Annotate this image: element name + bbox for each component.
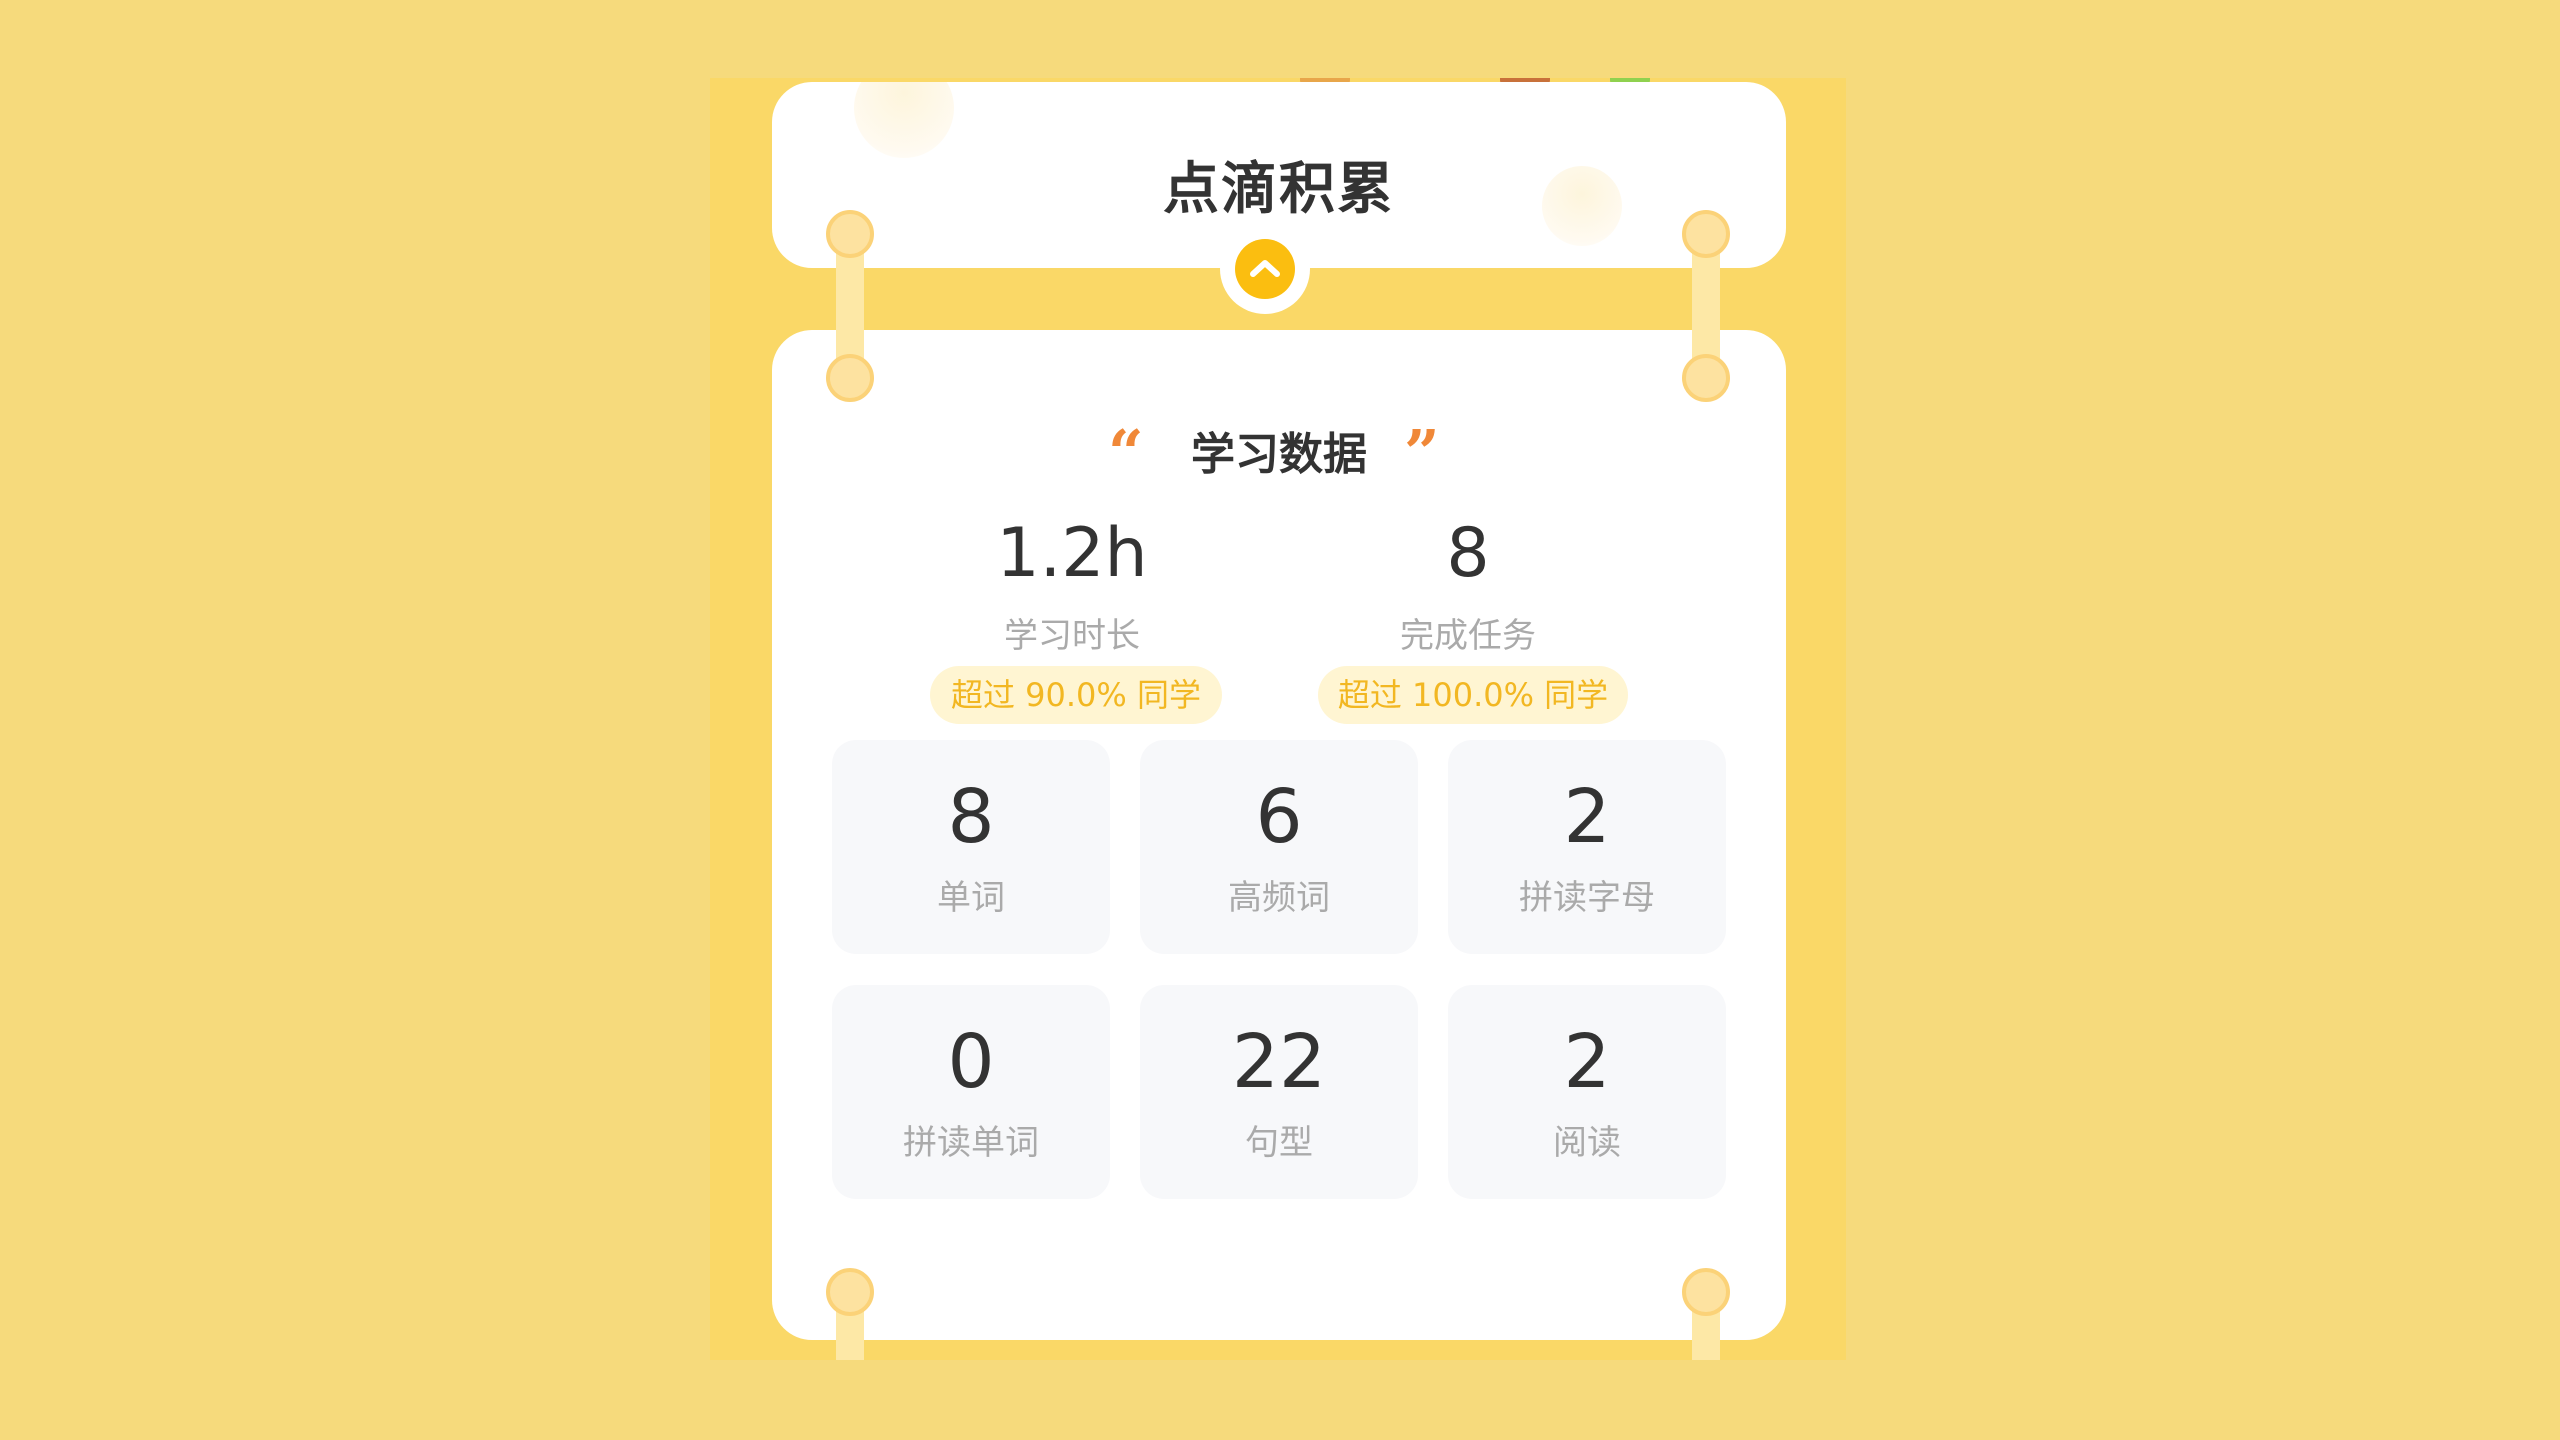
tile-label: 句型 [1245, 1123, 1313, 1163]
stat-label: 完成任务 [1400, 616, 1536, 656]
tile-value: 2 [1563, 1019, 1611, 1105]
tile-value: 2 [1563, 774, 1611, 860]
stat-value: 1.2h [996, 514, 1148, 593]
tile-value: 6 [1255, 774, 1303, 860]
app-background: 点滴积累 “ 学习数据 ” 1.2h 学习时长 8 完成任务 超过 90.0% … [0, 0, 2560, 1440]
stat-value: 8 [1446, 514, 1490, 593]
tile-value: 0 [947, 1019, 995, 1105]
tile-reading[interactable]: 2 阅读 [1448, 985, 1726, 1199]
tile-phonics-words[interactable]: 0 拼读单词 [832, 985, 1110, 1199]
binder-ring-end [1682, 1268, 1730, 1316]
binder-ring-end [1682, 210, 1730, 258]
ranking-badge: 超过 100.0% 同学 [1318, 666, 1628, 724]
binder-ring-end [826, 210, 874, 258]
study-data-card: “ 学习数据 ” 1.2h 学习时长 8 完成任务 超过 90.0% 同学 超过… [772, 330, 1786, 1340]
binder-ring-end [826, 1268, 874, 1316]
tile-high-frequency-words[interactable]: 6 高频词 [1140, 740, 1418, 954]
collapse-toggle[interactable] [1220, 224, 1310, 314]
binder-ring-end [1682, 354, 1730, 402]
accumulation-panel: 点滴积累 “ 学习数据 ” 1.2h 学习时长 8 完成任务 超过 90.0% … [710, 78, 1846, 1360]
close-quote-icon: ” [1404, 416, 1440, 489]
binder-ring-end [826, 354, 874, 402]
tile-label: 拼读单词 [903, 1123, 1039, 1163]
stat-label: 学习时长 [1004, 616, 1140, 656]
section-title: 学习数据 [1191, 429, 1367, 480]
tile-label: 拼读字母 [1519, 878, 1655, 918]
tile-sentence-patterns[interactable]: 22 句型 [1140, 985, 1418, 1199]
stat-tasks-completed: 8 完成任务 [1268, 520, 1668, 657]
tile-words[interactable]: 8 单词 [832, 740, 1110, 954]
tile-label: 阅读 [1553, 1123, 1621, 1163]
ranking-badge: 超过 90.0% 同学 [930, 666, 1222, 724]
stat-study-time: 1.2h 学习时长 [872, 520, 1272, 657]
page-title: 点滴积累 [1163, 157, 1395, 222]
tile-value: 22 [1231, 1019, 1327, 1105]
tile-phonics-letters[interactable]: 2 拼读字母 [1448, 740, 1726, 954]
tile-label: 高频词 [1228, 878, 1330, 918]
tile-label: 单词 [937, 878, 1005, 918]
tile-value: 8 [947, 774, 995, 860]
chevron-up-icon[interactable] [1235, 239, 1295, 299]
